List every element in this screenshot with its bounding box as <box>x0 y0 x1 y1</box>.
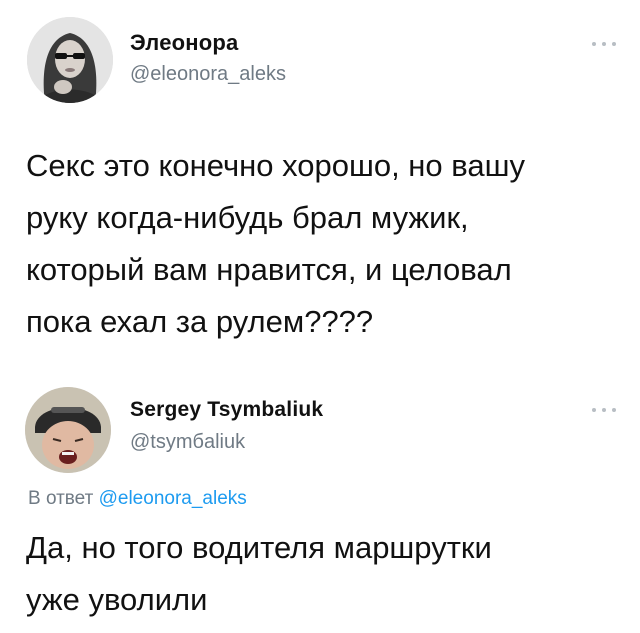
more-horizontal-icon[interactable] <box>592 40 616 48</box>
author-handle[interactable]: @eleonora_aleks <box>130 63 286 86</box>
reply-prefix: В ответ <box>28 488 94 509</box>
reply-mention-link[interactable]: @eleonora_aleks <box>99 488 247 509</box>
tweet-text: Да, но того водителя маршрутки уже уволи… <box>26 530 492 617</box>
more-horizontal-icon[interactable] <box>592 406 616 414</box>
tweet: Элеонора @eleonora_aleks Секс это конечн… <box>0 0 640 370</box>
avatar-image <box>27 17 113 103</box>
author-name[interactable]: Sergey Tsymbaliuk <box>130 398 323 422</box>
reply-context: В ответ @eleonora_aleks <box>28 488 247 510</box>
tweet-text: Секс это конечно хорошо, но вашу руку ко… <box>26 148 526 339</box>
avatar[interactable] <box>25 387 111 473</box>
author-handle[interactable]: @tsymбaliuk <box>130 431 245 454</box>
avatar-image <box>25 387 111 473</box>
author-name[interactable]: Элеонора <box>130 30 238 56</box>
avatar[interactable] <box>27 17 113 103</box>
reply-tweet: Sergey Tsymbaliuk @tsymбaliuk В ответ @e… <box>0 370 640 633</box>
